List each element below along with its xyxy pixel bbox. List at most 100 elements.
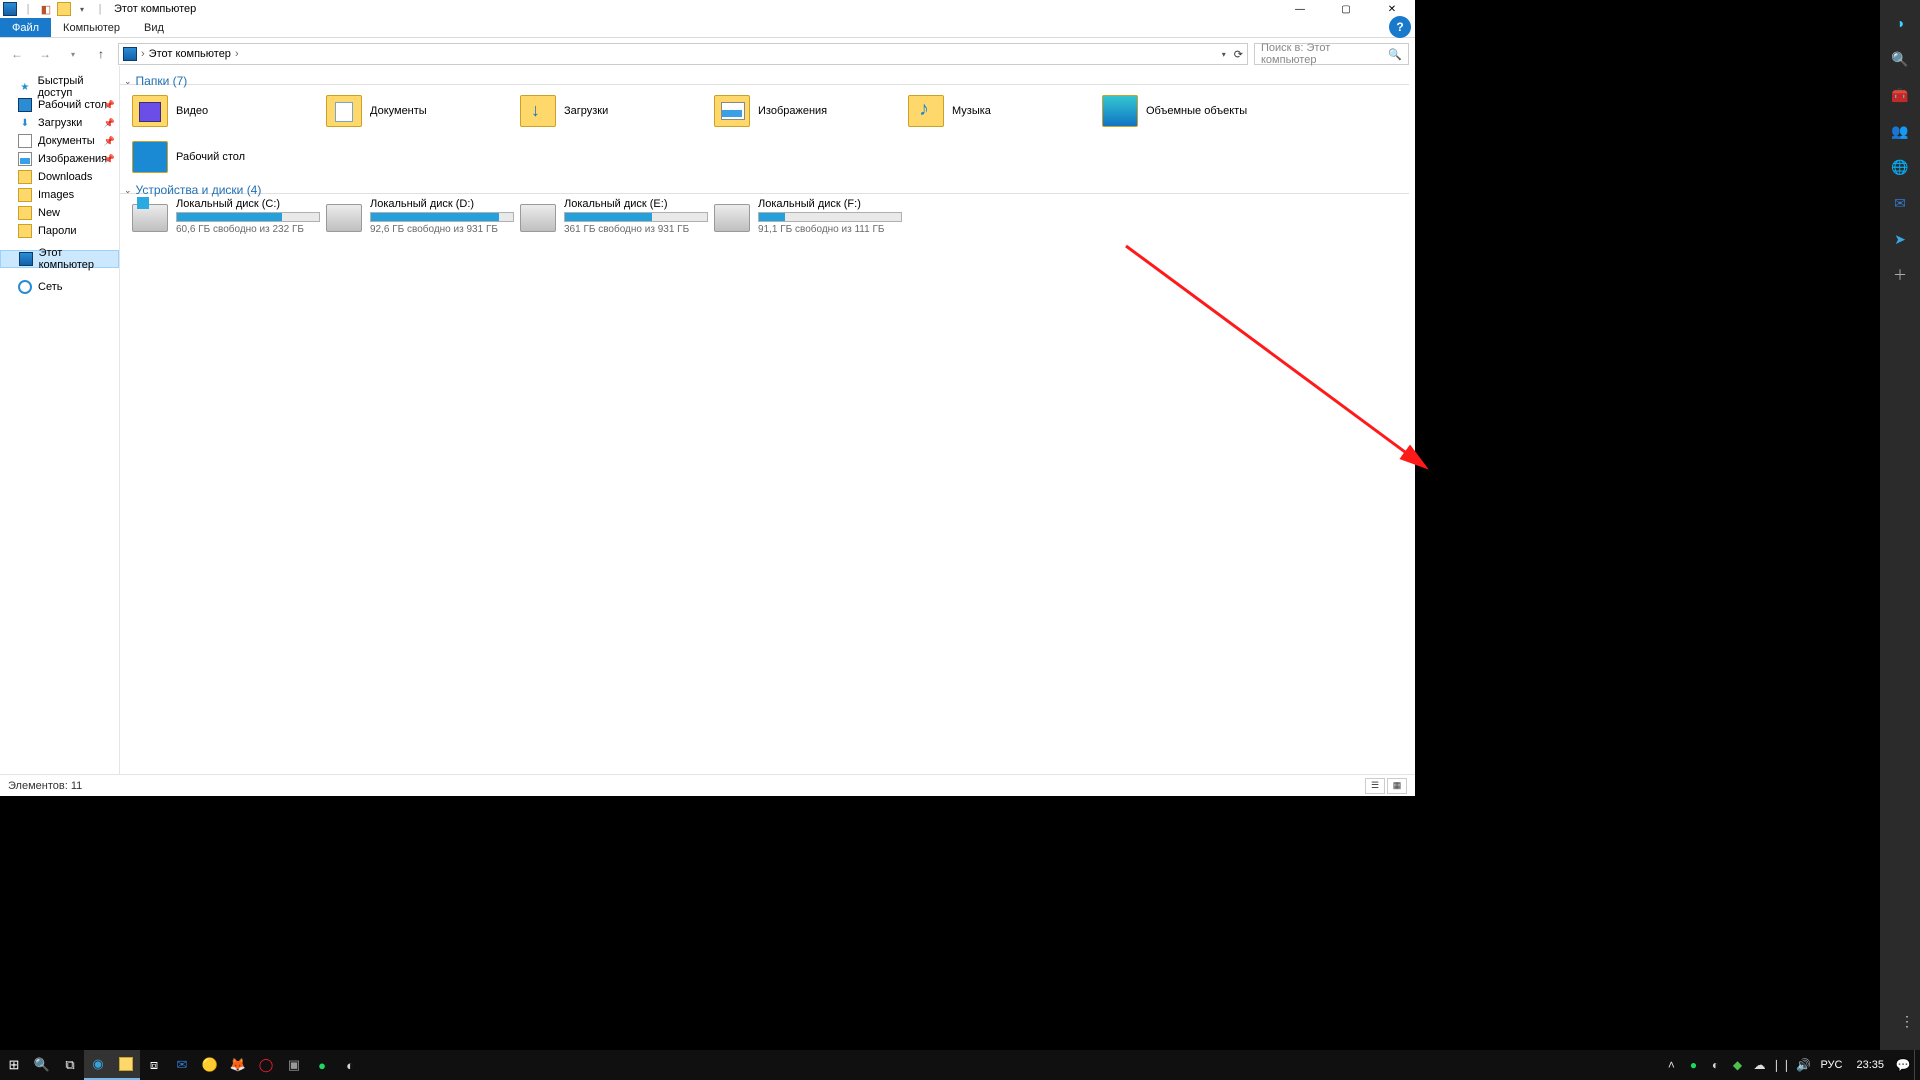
drive-free-text: 91,1 ГБ свободно из 111 ГБ (758, 224, 902, 235)
sidebar-item-label: Рабочий стол (38, 99, 107, 111)
add-button[interactable]: ＋ (1889, 264, 1911, 286)
folder-tile-music[interactable]: Музыка (908, 89, 1100, 133)
chevron-down-icon: ⌄ (124, 185, 132, 196)
drive-usage-bar (758, 212, 902, 222)
drive-icon (520, 204, 556, 232)
sidebar-item-desktop[interactable]: Рабочий стол📌 (0, 96, 119, 114)
tray-volume-icon[interactable]: 🔊 (1792, 1050, 1814, 1080)
taskbar: ⊞ 🔍 ⧉ ◉ ⧈ ✉ 🟡 🦊 ◯ ▣ ● ◐ ˄ ● ◐ ◆ ☁ ❘❘ 🔊 Р… (0, 1050, 1920, 1080)
qat-newfolder-icon[interactable] (56, 1, 72, 17)
folder-tile-documents[interactable]: Документы (326, 89, 518, 133)
drive-tile[interactable]: Локальный диск (C:)60,6 ГБ свободно из 2… (132, 198, 324, 242)
tray-notifications-icon[interactable]: 💬 (1892, 1050, 1914, 1080)
drive-tile[interactable]: Локальный диск (F:)91,1 ГБ свободно из 1… (714, 198, 906, 242)
start-button[interactable]: ⊞ (0, 1050, 28, 1080)
download-icon: ⬇ (18, 116, 32, 130)
search-box[interactable]: Поиск в: Этот компьютер 🔍 (1254, 43, 1409, 65)
folder-tile-3dobjects[interactable]: Объемные объекты (1102, 89, 1294, 133)
taskbar-mail-icon[interactable]: ✉ (168, 1050, 196, 1080)
show-desktop-button[interactable] (1914, 1050, 1920, 1080)
folder-tile-videos[interactable]: Видео (132, 89, 324, 133)
tray-cloud-icon[interactable]: ☁ (1748, 1050, 1770, 1080)
toolbox-icon[interactable]: 🧰 (1889, 84, 1911, 106)
pictures-icon (18, 152, 32, 166)
pin-icon: 📌 (104, 118, 115, 129)
taskbar-terminal-icon[interactable]: ▣ (280, 1050, 308, 1080)
sidebar-item-documents[interactable]: Документы📌 (0, 132, 119, 150)
desktop-icon (18, 98, 32, 112)
drive-usage-bar (370, 212, 514, 222)
task-view-button[interactable]: ⧉ (56, 1050, 84, 1080)
folder-tile-downloads[interactable]: Загрузки (520, 89, 712, 133)
minimize-button[interactable]: — (1277, 0, 1323, 18)
tray-steam-icon[interactable]: ◐ (1704, 1050, 1726, 1080)
view-details-button[interactable]: ☰ (1365, 778, 1385, 794)
taskbar-spotify-icon[interactable]: ● (308, 1050, 336, 1080)
tab-computer[interactable]: Компьютер (51, 18, 132, 37)
chevron-right-icon[interactable]: › (141, 48, 145, 60)
tray-network-icon[interactable]: ❘❘ (1770, 1050, 1792, 1080)
globe-icon[interactable]: 🌐 (1889, 156, 1911, 178)
group-header-label: Устройства и диски (4) (136, 183, 262, 197)
folder-label: Загрузки (564, 105, 608, 117)
taskbar-chrome-icon[interactable]: 🟡 (196, 1050, 224, 1080)
pc-icon (2, 1, 18, 17)
copilot-icon[interactable]: ◑ (1889, 12, 1911, 34)
sidebar-item-images-folder[interactable]: Images (0, 186, 119, 204)
send-icon[interactable]: ➤ (1889, 228, 1911, 250)
title-bar: | ◧ ▾ | Этот компьютер — ▢ ✕ (0, 0, 1415, 18)
tab-view[interactable]: Вид (132, 18, 176, 37)
tab-file[interactable]: Файл (0, 18, 51, 37)
sidebar-item-quick-access[interactable]: ★Быстрый доступ (0, 78, 119, 96)
outlook-icon[interactable]: ✉ (1889, 192, 1911, 214)
forward-button[interactable]: → (34, 43, 56, 65)
folder-tile-desktop[interactable]: Рабочий стол (132, 135, 324, 179)
address-bar[interactable]: › Этот компьютер › ▾ ⟳ (118, 43, 1248, 65)
window-title: Этот компьютер (108, 3, 196, 15)
sidebar-item-downloads[interactable]: ⬇ Загрузки 📌 (0, 114, 119, 132)
people-icon[interactable]: 👥 (1889, 120, 1911, 142)
maximize-button[interactable]: ▢ (1323, 0, 1369, 18)
taskbar-opera-icon[interactable]: ◯ (252, 1050, 280, 1080)
taskbar-steam-icon[interactable]: ◐ (336, 1050, 364, 1080)
taskbar-edge-icon[interactable]: ◉ (84, 1050, 112, 1080)
back-button[interactable]: ← (6, 43, 28, 65)
folder-tile-pictures[interactable]: Изображения (714, 89, 906, 133)
sidebar-item-pictures[interactable]: Изображения📌 (0, 150, 119, 168)
network-icon (18, 280, 32, 294)
taskbar-firefox-icon[interactable]: 🦊 (224, 1050, 252, 1080)
chevron-right-icon[interactable]: › (235, 48, 239, 60)
drive-tile[interactable]: Локальный диск (E:)361 ГБ свободно из 93… (520, 198, 712, 242)
breadcrumb[interactable]: Этот компьютер (149, 48, 231, 60)
sidebar-item-label: Загрузки (38, 117, 82, 129)
tray-spotify-icon[interactable]: ● (1682, 1050, 1704, 1080)
pc-icon (19, 252, 33, 266)
taskbar-search-button[interactable]: 🔍 (28, 1050, 56, 1080)
drive-label: Локальный диск (C:) (176, 198, 320, 210)
qat-properties-icon[interactable]: ◧ (38, 1, 54, 17)
qat-dropdown-icon[interactable]: ▾ (74, 1, 90, 17)
view-tiles-button[interactable]: ▦ (1387, 778, 1407, 794)
address-dropdown-icon[interactable]: ▾ (1222, 50, 1226, 59)
help-button[interactable]: ? (1389, 16, 1411, 38)
sidebar-item-new-folder[interactable]: New (0, 204, 119, 222)
sidebar-item-downloads-folder[interactable]: Downloads (0, 168, 119, 186)
search-icon[interactable]: 🔍 (1889, 48, 1911, 70)
drive-tile[interactable]: Локальный диск (D:)92,6 ГБ свободно из 9… (326, 198, 518, 242)
taskbar-store-icon[interactable]: ⧈ (140, 1050, 168, 1080)
tray-language[interactable]: РУС (1814, 1059, 1848, 1071)
sidebar-item-passwords-folder[interactable]: Пароли (0, 222, 119, 240)
refresh-button[interactable]: ⟳ (1234, 48, 1243, 61)
tray-chevron-up-icon[interactable]: ˄ (1660, 1050, 1682, 1080)
documents-icon (326, 95, 362, 127)
recent-locations-button[interactable]: ▾ (62, 43, 84, 65)
tray-app-icon[interactable]: ◆ (1726, 1050, 1748, 1080)
close-button[interactable]: ✕ (1369, 0, 1415, 18)
tray-clock[interactable]: 23:35 (1848, 1059, 1892, 1071)
pictures-icon (714, 95, 750, 127)
sidebar-item-network[interactable]: Сеть (0, 278, 119, 296)
more-icon[interactable]: ⋮ (1900, 1013, 1914, 1030)
taskbar-explorer-icon[interactable] (112, 1050, 140, 1080)
up-button[interactable]: ↑ (90, 43, 112, 65)
sidebar-item-this-pc[interactable]: Этот компьютер (0, 250, 119, 268)
